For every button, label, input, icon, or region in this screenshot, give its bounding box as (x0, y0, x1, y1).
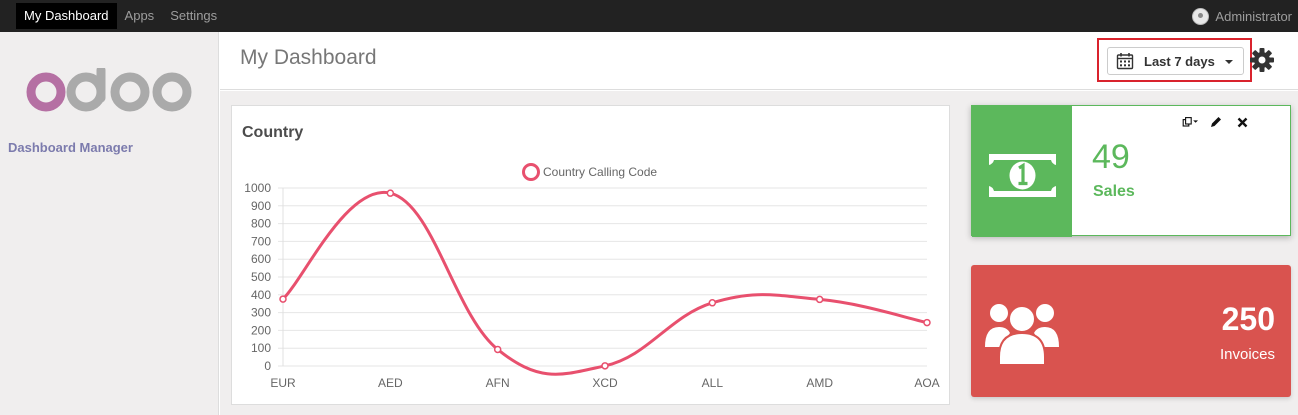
money-icon (989, 154, 1056, 197)
gear-icon[interactable] (1249, 47, 1275, 73)
avatar (1192, 7, 1210, 25)
tile-actions (1182, 114, 1250, 130)
sales-value: 49 (1092, 138, 1130, 176)
sales-label: Sales (1093, 183, 1135, 200)
legend-marker (522, 163, 540, 181)
period-dropdown[interactable]: Last 7 days (1107, 47, 1244, 75)
x-tick-label: AMD (806, 376, 833, 390)
x-tick-label: XCD (592, 376, 618, 390)
invoices-label: Invoices (1219, 346, 1275, 363)
y-tick-label: 600 (251, 252, 271, 266)
y-tick-label: 100 (251, 341, 271, 355)
x-tick-label: AOA (914, 376, 939, 390)
y-tick-label: 300 (251, 306, 271, 320)
data-point (923, 318, 931, 327)
data-point (708, 299, 717, 307)
sidebar-item-dashboard-manager[interactable]: Dashboard Manager (8, 140, 133, 155)
chart-card: 0 100 200 300 400 500 600 700 800 900 1000 EUR AED AF… (231, 105, 950, 405)
users-icon (985, 304, 1059, 365)
y-tick-label: 200 (251, 323, 271, 337)
y-tick-label: 800 (251, 217, 271, 231)
line-chart: 0 100 200 300 400 500 600 700 800 900 1000 EUR AED AF… (244, 163, 940, 390)
y-tick-label: 0 (264, 359, 271, 373)
y-tick-label: 1000 (244, 181, 271, 195)
data-point (601, 362, 609, 370)
user-name: Administrator (1215, 8, 1292, 24)
x-tick-label: ALL (702, 376, 724, 390)
data-point (386, 189, 395, 197)
control-panel: My Dashboard Last 7 days (220, 32, 1298, 90)
page-title: My Dashboard (240, 46, 377, 69)
sales-tile[interactable]: 49 Sales (971, 105, 1291, 237)
sidebar: Dashboard Manager (0, 32, 219, 415)
x-tick-label: AFN (486, 376, 510, 390)
series-line (281, 191, 928, 376)
data-point (815, 295, 824, 304)
menu-my-dashboard[interactable]: My Dashboard (16, 3, 117, 29)
sales-icon-area (972, 106, 1072, 237)
y-tick-label: 900 (251, 199, 271, 213)
calendar-icon (1116, 53, 1134, 70)
x-tick-label: EUR (270, 376, 296, 390)
y-tick-label: 400 (251, 288, 271, 302)
odoo-logo (26, 68, 192, 112)
duplicate-icon[interactable] (1182, 114, 1198, 130)
pencil-icon[interactable] (1208, 114, 1224, 130)
invoices-tile[interactable]: 250 Invoices (971, 265, 1291, 397)
menu-settings[interactable]: Settings (162, 3, 225, 29)
chevron-down-icon (1225, 60, 1233, 64)
y-tick-label: 500 (251, 270, 271, 284)
chart-title: Country (242, 124, 304, 141)
top-navbar: My Dashboard Apps Settings Administrator (0, 0, 1298, 32)
period-label: Last 7 days (1144, 53, 1215, 69)
close-icon[interactable] (1234, 114, 1250, 130)
legend-label: Country Calling Code (543, 165, 657, 179)
x-tick-label: AED (378, 376, 403, 390)
data-point (279, 295, 287, 303)
y-tick-label: 700 (251, 234, 271, 248)
main-menu: My Dashboard Apps Settings (16, 3, 225, 29)
period-highlight: Last 7 days (1097, 38, 1252, 82)
user-menu[interactable]: Administrator (1192, 0, 1292, 32)
data-point (493, 345, 502, 354)
menu-apps[interactable]: Apps (117, 3, 163, 29)
invoices-value: 250 (1221, 301, 1275, 337)
